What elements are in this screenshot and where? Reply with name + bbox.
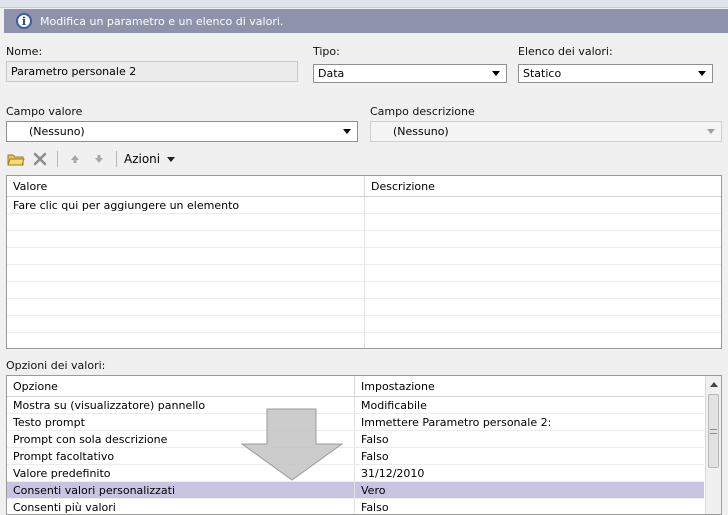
- option-setting: 31/12/2010: [361, 467, 425, 480]
- values-grid-header: Valore Descrizione: [7, 176, 721, 197]
- elenco-value: Statico: [523, 67, 562, 80]
- chevron-down-icon: [707, 129, 715, 134]
- grid-cell: [7, 231, 365, 247]
- option-setting: Falso: [361, 501, 389, 514]
- nome-label: Nome:: [6, 45, 43, 58]
- delete-icon: [33, 152, 47, 166]
- azioni-menu-button[interactable]: Azioni: [124, 152, 176, 166]
- grid-cell: [7, 316, 365, 332]
- campo-descrizione-label: Campo descrizione: [370, 105, 475, 118]
- grid-cell: [7, 333, 365, 348]
- grid-cell: [7, 265, 365, 281]
- table-row: [7, 265, 721, 282]
- options-scrollbar[interactable]: [705, 376, 721, 514]
- grid-cell: [365, 197, 721, 213]
- move-up-button[interactable]: [65, 150, 85, 168]
- option-setting: Falso: [361, 450, 389, 463]
- scroll-up-button[interactable]: [706, 376, 721, 392]
- option-row[interactable]: Prompt con sola descrizione Falso: [7, 431, 704, 448]
- campo-valore-value: (Nessuno): [29, 125, 85, 138]
- campo-valore-dropdown[interactable]: (Nessuno): [6, 121, 358, 142]
- grid-cell: [365, 265, 721, 281]
- tipo-value: Data: [318, 67, 345, 80]
- open-folder-button[interactable]: [6, 150, 26, 168]
- values-toolbar: Azioni: [6, 149, 176, 169]
- option-name: Consenti più valori: [7, 499, 355, 514]
- info-text: Modifica un parametro e un elenco di val…: [40, 14, 284, 28]
- table-row: [7, 282, 721, 299]
- option-row[interactable]: Consenti più valori Falso: [7, 499, 704, 514]
- table-row: [7, 316, 721, 333]
- tipo-label: Tipo:: [313, 45, 340, 58]
- column-header-impostazione[interactable]: Impostazione: [355, 376, 704, 396]
- chevron-down-icon: [343, 129, 351, 134]
- option-row[interactable]: Valore predefinito 31/12/2010: [7, 465, 704, 482]
- values-grid: Valore Descrizione Fare clic qui per agg…: [6, 175, 722, 349]
- chevron-down-icon: [167, 156, 176, 162]
- column-header-valore[interactable]: Valore: [7, 176, 365, 196]
- options-grid-header: Opzione Impostazione: [7, 376, 704, 397]
- arrow-down-annotation-icon: [240, 408, 344, 481]
- grid-cell: [365, 282, 721, 298]
- table-row: [7, 299, 721, 316]
- column-header-opzione[interactable]: Opzione: [7, 376, 355, 396]
- option-row[interactable]: Prompt facoltativo Falso: [7, 448, 704, 465]
- campo-descrizione-value: (Nessuno): [393, 125, 449, 138]
- add-item-row[interactable]: Fare clic qui per aggiungere un elemento: [7, 197, 721, 214]
- toolbar-separator: [116, 151, 117, 167]
- option-row[interactable]: Testo prompt Immettere Parametro persona…: [7, 414, 704, 431]
- table-row: [7, 214, 721, 231]
- info-icon: i: [16, 13, 32, 29]
- nome-value: Parametro personale 2: [11, 65, 137, 78]
- grid-cell: [365, 248, 721, 264]
- options-grid: Opzione Impostazione Mostra su (visualiz…: [6, 375, 722, 515]
- toolbar-separator: [57, 151, 58, 167]
- option-setting: Immettere Parametro personale 2:: [361, 416, 552, 429]
- arrow-up-icon: [71, 155, 79, 163]
- move-down-button[interactable]: [89, 150, 109, 168]
- grip-icon: [710, 428, 717, 434]
- tipo-dropdown[interactable]: Data: [313, 64, 507, 83]
- campo-descrizione-dropdown[interactable]: (Nessuno): [370, 121, 722, 142]
- grid-cell: [7, 282, 365, 298]
- arrow-down-icon: [95, 155, 103, 163]
- chevron-down-icon: [698, 71, 706, 76]
- option-row-selected[interactable]: Consenti valori personalizzati Vero: [7, 482, 704, 499]
- table-row: [7, 333, 721, 348]
- grid-cell: [365, 333, 721, 348]
- campo-valore-label: Campo valore: [6, 105, 83, 118]
- grid-cell: [365, 316, 721, 332]
- chevron-down-icon: [492, 71, 500, 76]
- grid-cell: [365, 231, 721, 247]
- grid-cell: [7, 248, 365, 264]
- grid-cell: [7, 299, 365, 315]
- azioni-label: Azioni: [124, 152, 161, 166]
- add-item-cell: Fare clic qui per aggiungere un elemento: [7, 197, 365, 213]
- grid-cell: [365, 299, 721, 315]
- chevron-up-icon: [709, 381, 718, 387]
- window-top-edge: [0, 0, 728, 8]
- column-header-descrizione[interactable]: Descrizione: [365, 176, 721, 196]
- scroll-thumb[interactable]: [708, 394, 719, 468]
- options-rows: Mostra su (visualizzatore) pannello Modi…: [7, 397, 704, 514]
- option-setting: Falso: [361, 433, 389, 446]
- option-setting: Vero: [361, 484, 386, 497]
- elenco-dropdown[interactable]: Statico: [518, 64, 713, 83]
- elenco-label: Elenco dei valori:: [518, 45, 613, 58]
- table-row: [7, 248, 721, 265]
- grid-cell: [7, 214, 365, 230]
- open-folder-icon: [7, 154, 25, 166]
- option-setting: Modificabile: [361, 399, 427, 412]
- info-bar: i Modifica un parametro e un elenco di v…: [4, 9, 728, 33]
- table-row: [7, 231, 721, 248]
- nome-field[interactable]: Parametro personale 2: [6, 61, 298, 82]
- delete-button[interactable]: [30, 150, 50, 168]
- grid-cell: [365, 214, 721, 230]
- opzioni-label: Opzioni dei valori:: [6, 359, 106, 372]
- option-name: Consenti valori personalizzati: [7, 482, 355, 498]
- option-row[interactable]: Mostra su (visualizzatore) pannello Modi…: [7, 397, 704, 414]
